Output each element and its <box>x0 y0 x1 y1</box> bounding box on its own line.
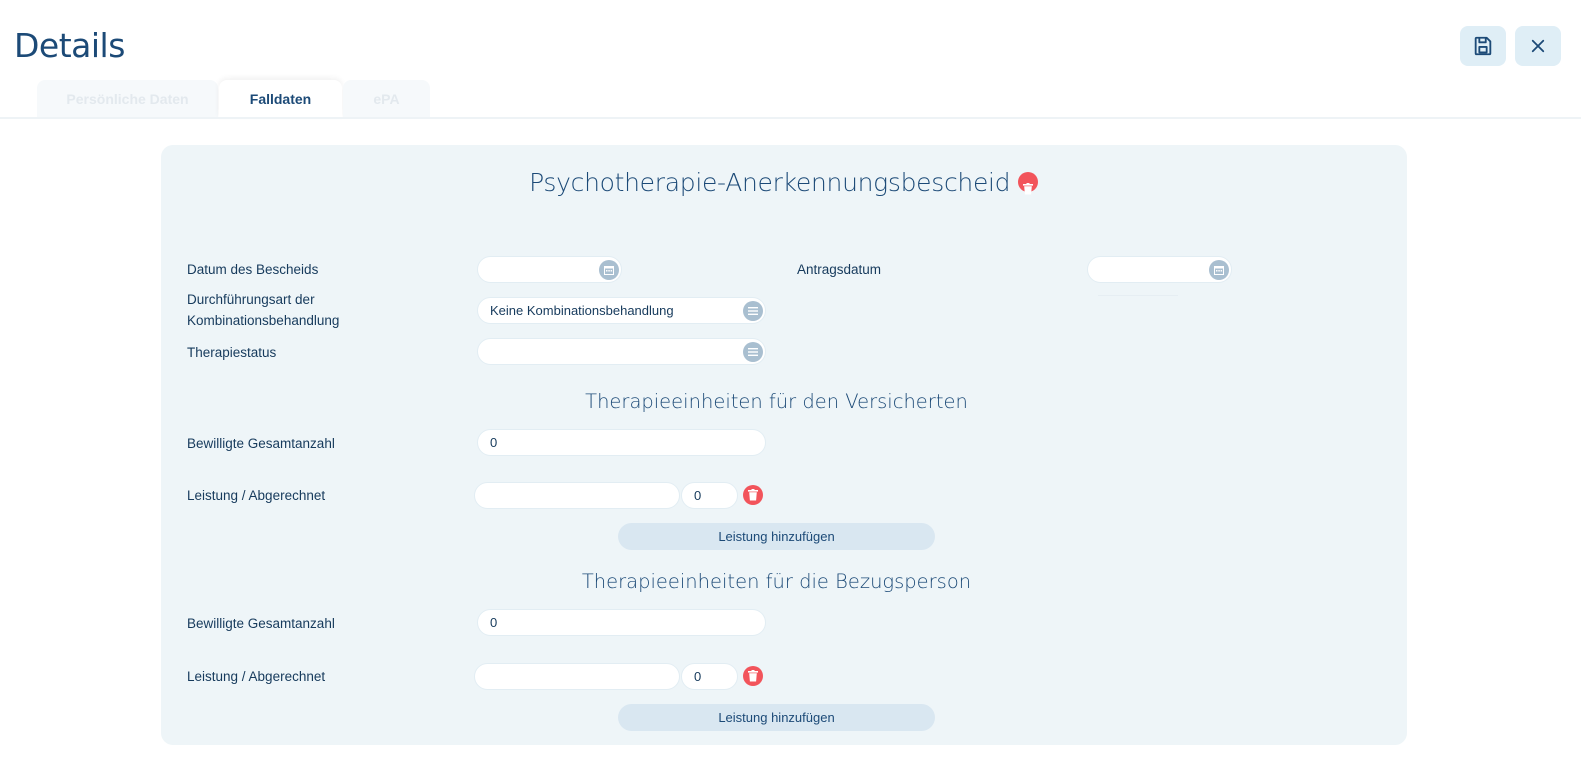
tab-persoenliche-daten[interactable]: Persönliche Daten <box>37 80 218 118</box>
abgerechnet-value: 0 <box>694 488 702 503</box>
durchfuehrungsart-label: Durchführungsart der Kombinationsbehandl… <box>187 289 339 331</box>
save-button[interactable] <box>1460 26 1506 66</box>
trash-icon <box>748 489 758 501</box>
tab-epa[interactable]: ePA <box>343 80 430 118</box>
leistung-label: Leistung / Abgerechnet <box>187 488 326 503</box>
list-icon[interactable] <box>743 342 763 362</box>
tab-falldaten[interactable]: Falldaten <box>219 80 342 118</box>
divider <box>1098 295 1178 296</box>
datum-label: Datum des Bescheids <box>187 262 319 277</box>
abgerechnet-input[interactable]: 0 <box>681 482 738 509</box>
calendar-icon[interactable] <box>599 260 619 280</box>
trash-icon <box>1022 183 1033 195</box>
list-icon[interactable] <box>743 301 763 321</box>
tab-bar: Persönliche Daten Falldaten ePA <box>37 80 430 118</box>
gesamtanzahl-value: 0 <box>490 435 498 450</box>
section-title-bezugsperson: Therapieeinheiten für die Bezugsperson <box>581 570 972 593</box>
trash-icon <box>748 670 758 682</box>
durchfuehrungsart-value: Keine Kombinationsbehandlung <box>490 303 674 318</box>
details-page: Details Persönliche Daten Falldaten ePA … <box>0 0 1581 760</box>
gesamtanzahl-input[interactable]: 0 <box>477 429 766 456</box>
antragsdatum-date-input[interactable] <box>1087 256 1232 283</box>
calendar-icon[interactable] <box>1209 260 1229 280</box>
durchfuehrungsart-label-line2: Kombinationsbehandlung <box>187 313 340 328</box>
leistung-input[interactable] <box>474 663 680 690</box>
abgerechnet-input[interactable]: 0 <box>681 663 738 690</box>
form-panel <box>161 145 1407 745</box>
delete-form-button[interactable] <box>1017 172 1038 195</box>
durchfuehrungsart-label-line1: Durchführungsart der <box>187 292 315 307</box>
tabs-divider <box>0 117 1581 119</box>
leistung-label: Leistung / Abgerechnet <box>187 669 326 684</box>
abgerechnet-value: 0 <box>694 669 702 684</box>
add-leistung-button[interactable]: Leistung hinzufügen <box>618 704 935 731</box>
delete-leistung-button[interactable] <box>743 485 763 505</box>
page-title: Details <box>14 26 125 65</box>
therapiestatus-label: Therapiestatus <box>187 345 277 360</box>
delete-leistung-button[interactable] <box>743 666 763 686</box>
gesamtanzahl-value: 0 <box>490 615 498 630</box>
durchfuehrungsart-select[interactable]: Keine Kombinationsbehandlung <box>477 297 766 324</box>
add-leistung-button[interactable]: Leistung hinzufügen <box>618 523 935 550</box>
gesamtanzahl-label: Bewilligte Gesamtanzahl <box>187 436 335 451</box>
save-icon <box>1474 36 1492 56</box>
form-title-row: Psychotherapie-Anerkennungsbescheid <box>0 166 1567 197</box>
therapiestatus-select[interactable] <box>477 338 766 365</box>
section-title-versicherte: Therapieeinheiten für den Versicherten <box>585 390 968 413</box>
datum-date-input[interactable] <box>477 256 622 283</box>
close-button[interactable] <box>1515 26 1561 66</box>
gesamtanzahl-label: Bewilligte Gesamtanzahl <box>187 616 335 631</box>
leistung-input[interactable] <box>474 482 680 509</box>
form-title: Psychotherapie-Anerkennungsbescheid <box>529 167 1011 197</box>
close-icon <box>1531 39 1545 53</box>
gesamtanzahl-input[interactable]: 0 <box>477 609 766 636</box>
antragsdatum-label: Antragsdatum <box>797 262 882 277</box>
